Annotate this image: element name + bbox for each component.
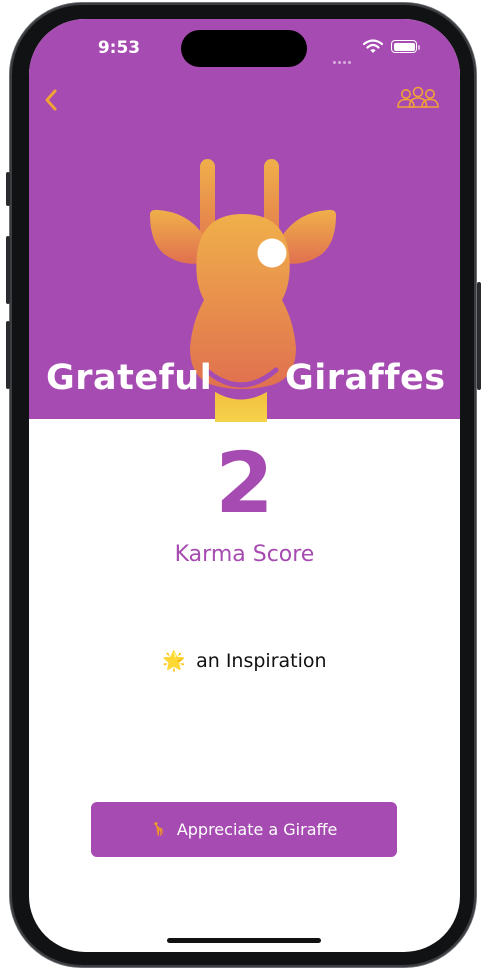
glowing-star-icon: 🌟: [162, 650, 187, 672]
app-title-right: Giraffes: [285, 358, 446, 398]
dynamic-island: [181, 30, 307, 67]
status-time: 9:53: [97, 38, 141, 58]
karma-rank-text: an Inspiration: [196, 650, 327, 672]
karma-score-value: 2: [215, 434, 274, 532]
home-indicator[interactable]: [167, 938, 321, 943]
karma-score-label: Karma Score: [174, 542, 315, 567]
volume-up-button: [6, 236, 10, 304]
power-button: [477, 282, 481, 390]
wifi-icon: [363, 39, 383, 53]
appreciate-giraffe-button[interactable]: 🦒 Appreciate a Giraffe: [91, 802, 397, 857]
appreciate-giraffe-label: Appreciate a Giraffe: [176, 820, 338, 839]
group-members-button[interactable]: [396, 85, 440, 111]
app-screen: 9:53 Grateful Giraffes 2 Karma Score 🌟 a…: [29, 19, 460, 952]
karma-rank: 🌟 an Inspiration: [29, 648, 460, 674]
people-group-icon: [397, 86, 439, 108]
volume-down-button: [6, 321, 10, 389]
back-button[interactable]: [39, 85, 63, 115]
battery-icon: [391, 40, 417, 53]
battery-tip: [418, 45, 420, 50]
app-title-left: Grateful: [46, 358, 213, 398]
action-button: [6, 172, 10, 206]
hero-header: 9:53 Grateful Giraffes: [29, 19, 460, 422]
giraffe-icon: 🦒: [150, 822, 167, 837]
chevron-left-icon: [45, 89, 57, 111]
cellular-signal-icon: [333, 49, 353, 68]
